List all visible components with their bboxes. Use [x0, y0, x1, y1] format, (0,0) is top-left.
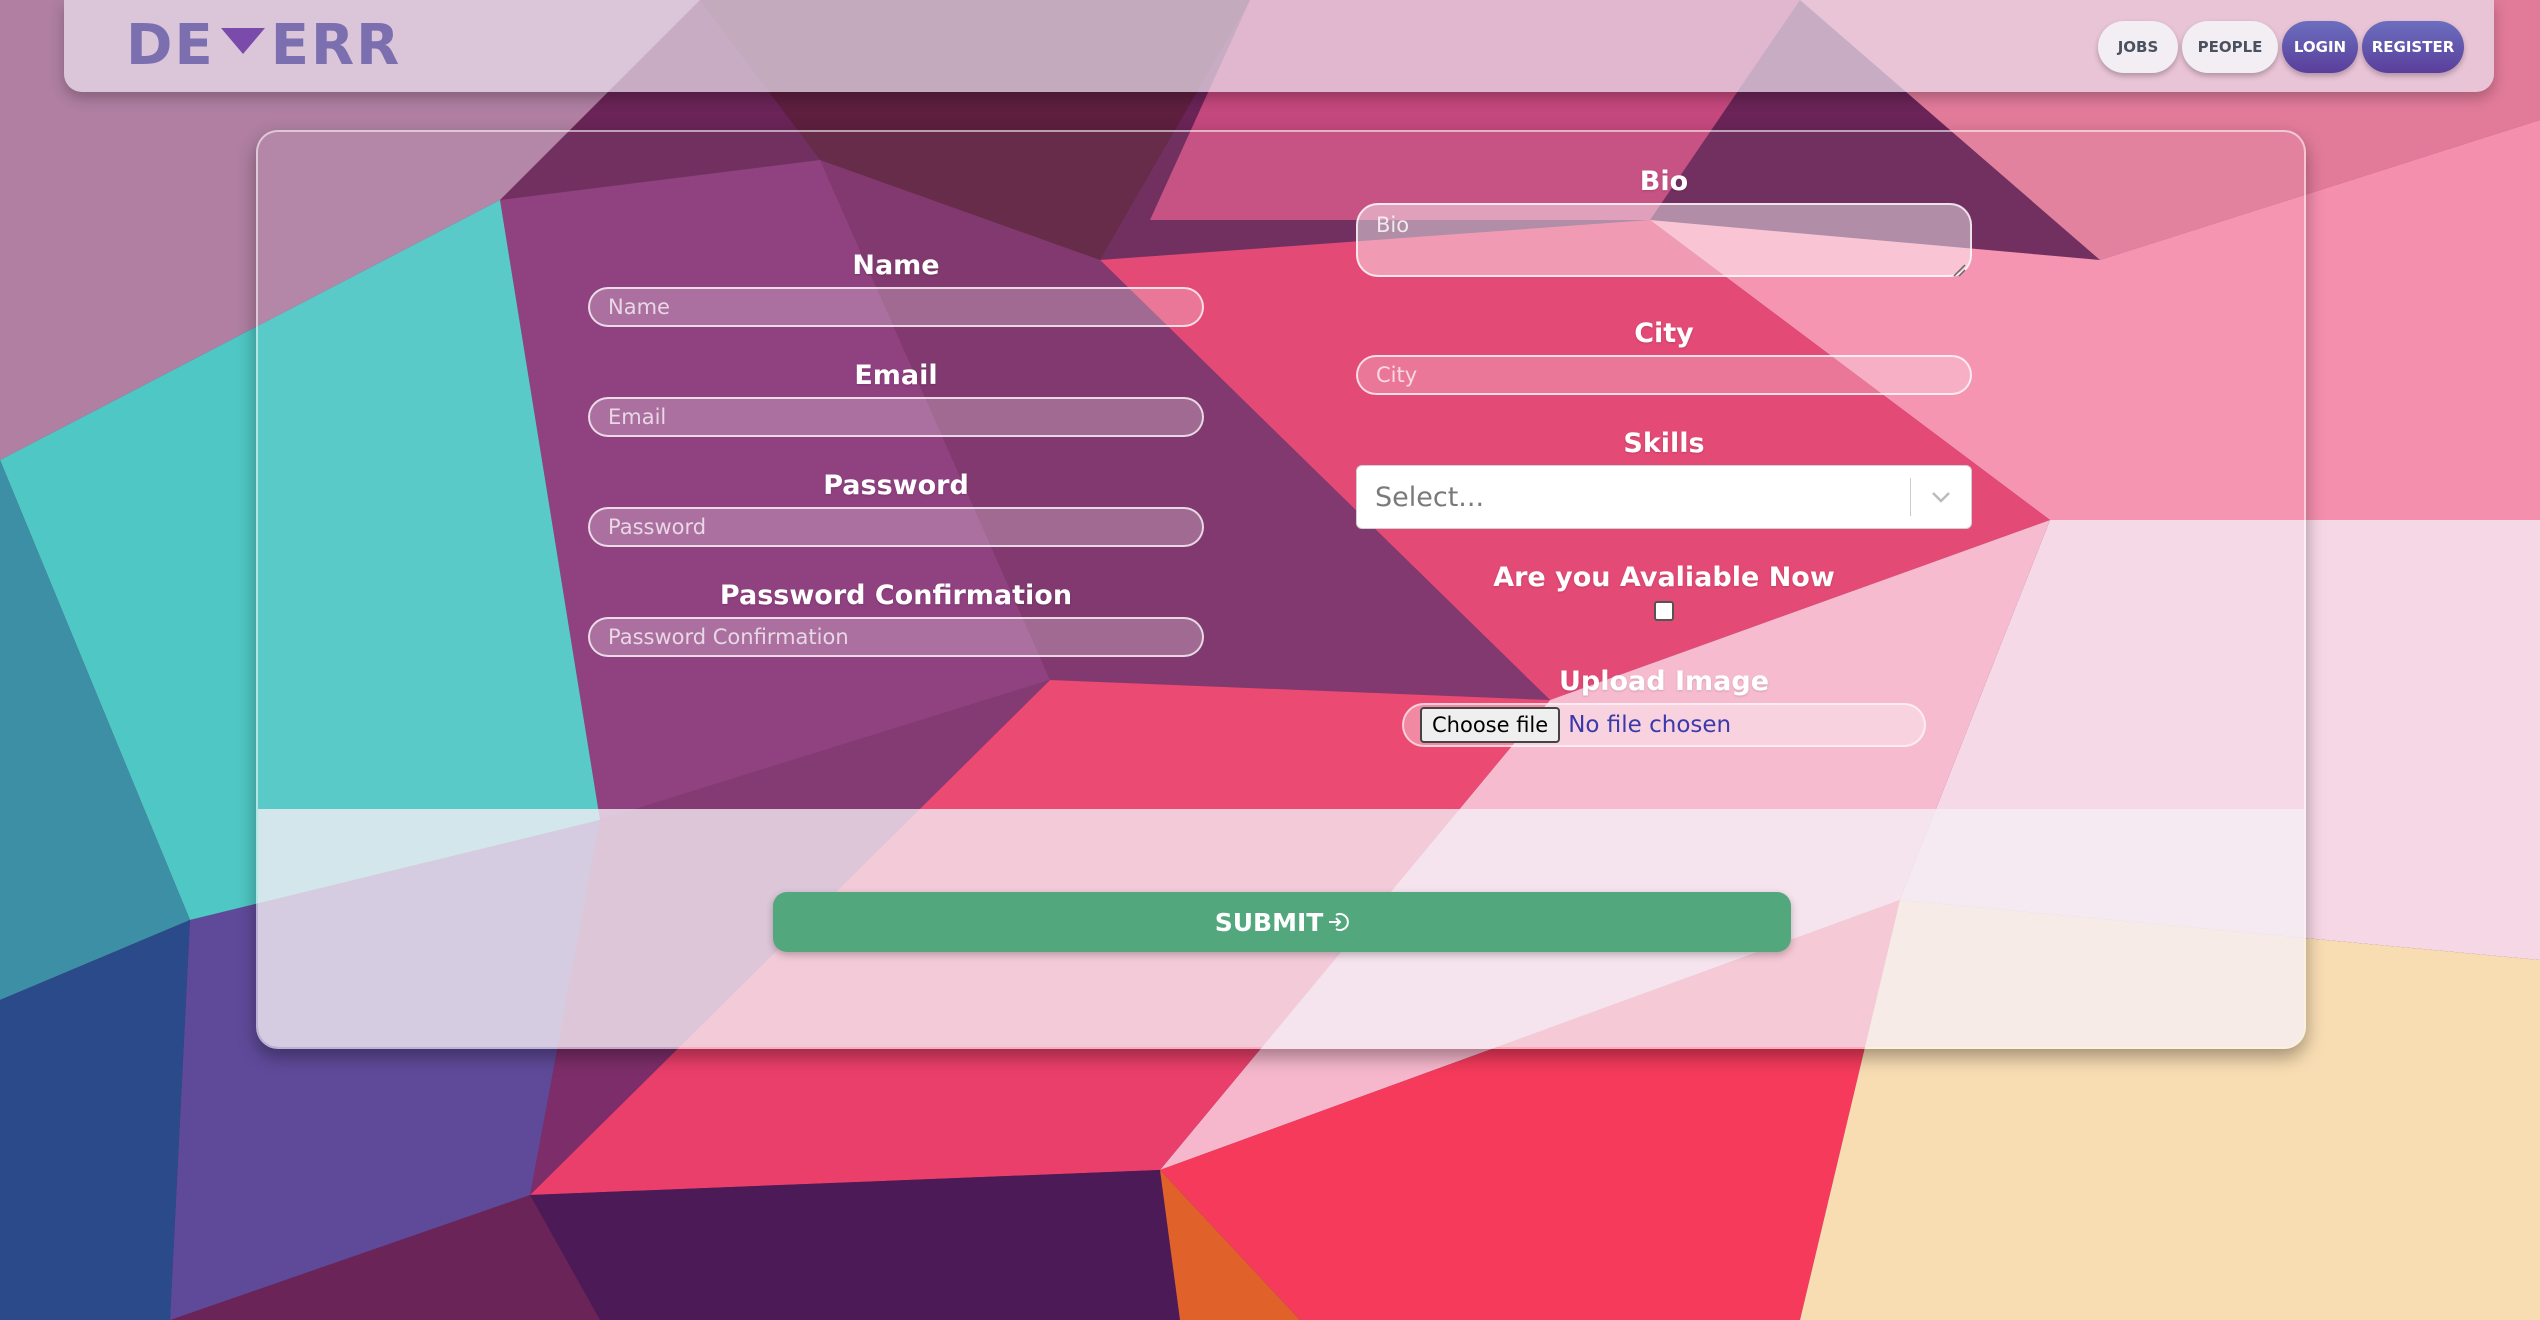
skills-label: Skills: [1623, 428, 1705, 459]
sign-in-icon: [1327, 911, 1350, 933]
available-label: Are you Avaliable Now: [1493, 562, 1835, 593]
email-label: Email: [854, 360, 938, 391]
name-label: Name: [852, 250, 940, 281]
password-field-group: Password: [588, 470, 1204, 547]
skills-field-group: Skills Select...: [1356, 428, 1972, 529]
logo-triangle-icon: [220, 28, 265, 54]
email-input[interactable]: [588, 397, 1204, 437]
password-input[interactable]: [588, 507, 1204, 547]
available-field-group: Are you Avaliable Now: [1356, 562, 1972, 621]
choose-file-button[interactable]: Choose file: [1420, 707, 1561, 743]
submit-button[interactable]: SUBMIT: [773, 892, 1791, 952]
city-input[interactable]: [1356, 355, 1972, 395]
resize-grip-icon[interactable]: [1952, 263, 1966, 277]
name-input[interactable]: [588, 287, 1204, 327]
bio-label: Bio: [1639, 166, 1689, 197]
logo-text-left: DE: [126, 12, 215, 78]
nav-links: JOBS PEOPLE LOGIN REGISTER: [2098, 21, 2464, 73]
nav-register-button[interactable]: REGISTER: [2362, 21, 2464, 73]
nav-jobs-button[interactable]: JOBS: [2098, 21, 2178, 73]
nav-people-button[interactable]: PEOPLE: [2182, 21, 2278, 73]
city-label: City: [1634, 318, 1694, 349]
city-field-group: City: [1356, 318, 1972, 395]
top-navbar: DE ERR JOBS PEOPLE LOGIN REGISTER: [64, 0, 2494, 92]
nav-login-button[interactable]: LOGIN: [2282, 21, 2358, 73]
password-confirmation-input[interactable]: [588, 617, 1204, 657]
file-status-text: No file chosen: [1568, 712, 1732, 738]
password-label: Password: [823, 470, 969, 501]
logo-text-right: ERR: [270, 12, 402, 78]
password-confirmation-label: Password Confirmation: [719, 580, 1073, 611]
bio-field-group: Bio: [1356, 166, 1972, 281]
register-form-card: Name Email Password Password Confirmatio…: [256, 130, 2306, 1049]
name-field-group: Name: [588, 250, 1204, 327]
upload-image-label: Upload Image: [1558, 666, 1770, 697]
available-checkbox[interactable]: [1654, 601, 1674, 621]
chevron-down-icon[interactable]: [1911, 490, 1971, 504]
submit-label: SUBMIT: [1214, 907, 1324, 937]
skills-select[interactable]: Select...: [1356, 465, 1972, 529]
brand-logo[interactable]: DE ERR: [126, 12, 401, 78]
password-confirmation-field-group: Password Confirmation: [588, 580, 1204, 657]
skills-select-placeholder: Select...: [1375, 481, 1485, 513]
email-field-group: Email: [588, 360, 1204, 437]
upload-field-group: Upload Image Choose file No file chosen: [1356, 666, 1972, 747]
bio-textarea[interactable]: [1356, 203, 1972, 277]
file-input[interactable]: Choose file No file chosen: [1402, 703, 1926, 747]
